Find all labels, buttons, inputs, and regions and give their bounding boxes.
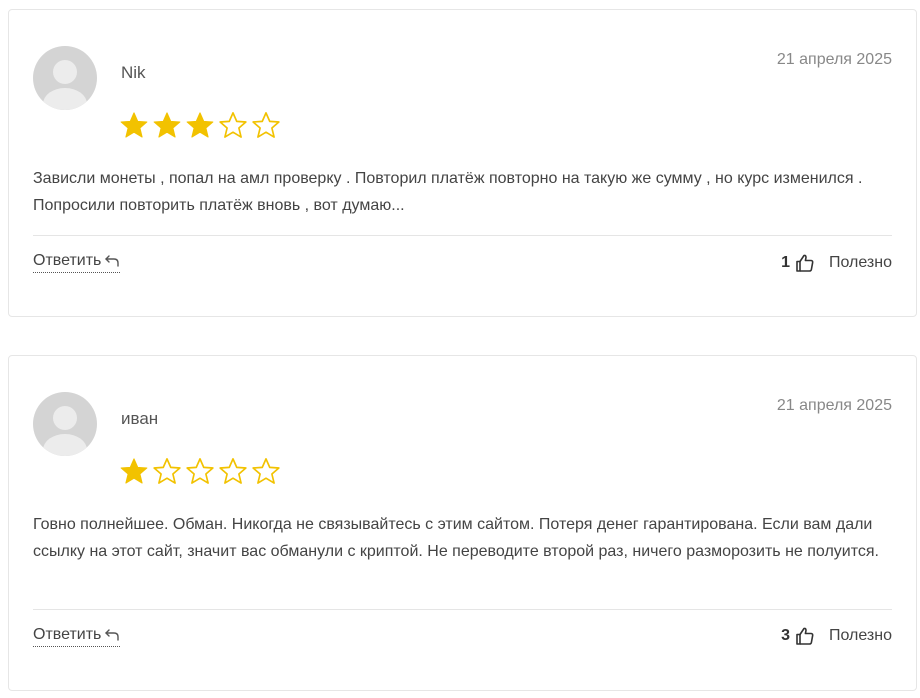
- star-empty-icon: [218, 457, 248, 485]
- review-author: Nik: [121, 63, 146, 82]
- review-date: 21 апреля 2025: [776, 51, 892, 68]
- helpful-count: 3: [781, 627, 790, 644]
- avatar: [33, 46, 97, 110]
- star-filled-icon: [119, 457, 149, 485]
- star-empty-icon: [152, 457, 182, 485]
- helpful-button[interactable]: Полезно: [829, 627, 892, 645]
- reply-arrow-icon: [105, 255, 120, 267]
- star-filled-icon: [152, 111, 182, 139]
- reply-arrow-icon: [105, 629, 120, 641]
- review-date: 21 апреля 2025: [776, 397, 892, 414]
- thumbs-up-icon[interactable]: [795, 253, 815, 273]
- reply-button[interactable]: Ответить: [33, 626, 121, 647]
- review-text: Говно полнейшее. Обман. Никогда не связы…: [33, 516, 879, 560]
- star-rating: [119, 111, 281, 139]
- helpful-section: 3 Полезно: [781, 626, 892, 646]
- divider: [33, 235, 892, 236]
- star-empty-icon: [251, 457, 281, 485]
- reply-label: Ответить: [33, 252, 102, 269]
- review-text: Зависли монеты , попал на амл проверку .…: [33, 170, 863, 214]
- star-filled-icon: [119, 111, 149, 139]
- user-silhouette-icon: [43, 406, 87, 456]
- reply-button[interactable]: Ответить: [33, 252, 121, 273]
- review-author: иван: [121, 409, 159, 428]
- user-silhouette-icon: [43, 60, 87, 110]
- star-empty-icon: [251, 111, 281, 139]
- thumbs-up-icon[interactable]: [795, 626, 815, 646]
- review-card: Nik 21 апреля 2025 Зависли монеты , попа…: [8, 9, 917, 317]
- reply-label: Ответить: [33, 626, 102, 643]
- star-empty-icon: [185, 457, 215, 485]
- avatar: [33, 392, 97, 456]
- star-filled-icon: [185, 111, 215, 139]
- star-rating: [119, 457, 281, 485]
- review-card: иван 21 апреля 2025 Говно полнейшее. Обм…: [8, 355, 917, 691]
- helpful-section: 1 Полезно: [781, 253, 892, 273]
- star-empty-icon: [218, 111, 248, 139]
- divider: [33, 609, 892, 610]
- helpful-button[interactable]: Полезно: [829, 254, 892, 272]
- helpful-count: 1: [781, 254, 790, 271]
